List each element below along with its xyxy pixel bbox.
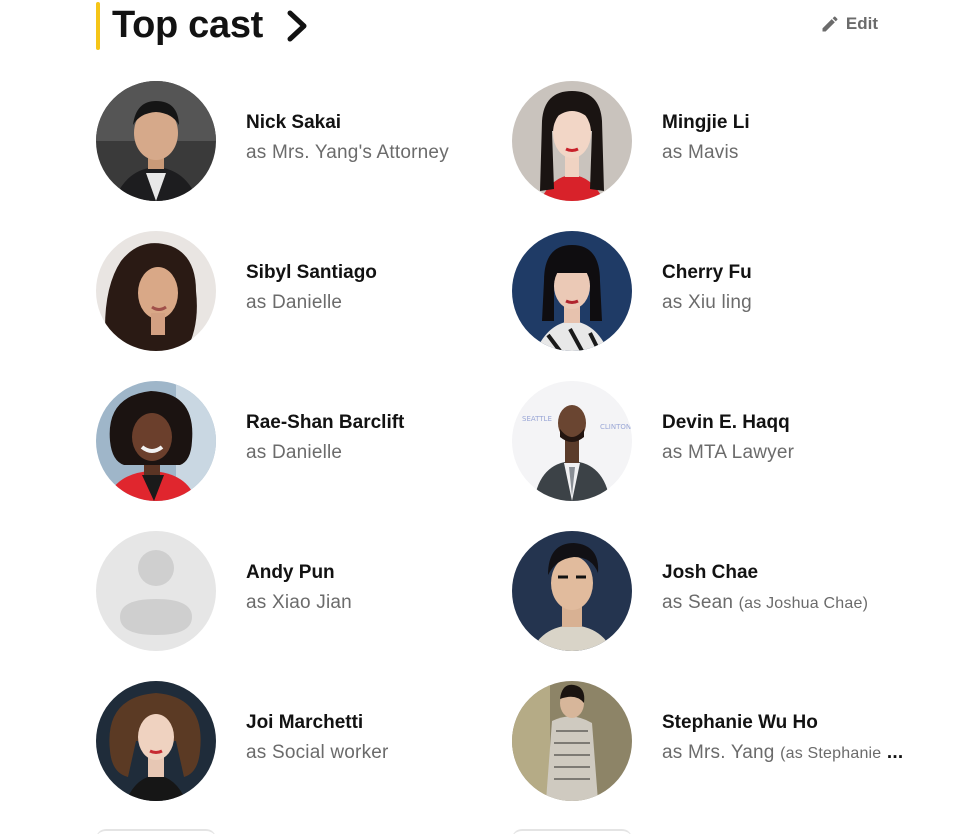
cast-grid: Nick Sakai as Mrs. Yang's Attorney Mingj… [96,81,926,831]
character-role: as Mrs. Yang (as Stephanie ... [662,737,903,770]
cast-card: Joi Marchetti as Social worker [96,681,506,801]
character-name: as Mrs. Yang's Attorney [246,142,449,163]
section-header: Top cast Edit [96,0,886,52]
cast-info: Joi Marchetti as Social worker [246,709,389,769]
actor-photo[interactable] [96,681,216,801]
header-accent-bar [96,2,100,50]
character-alias: (as Joshua Chae) [738,594,869,612]
placeholder-person-icon[interactable] [96,531,216,651]
character-role: as Mrs. Yang's Attorney [246,137,449,169]
actor-photo[interactable] [512,681,632,801]
cast-info: Devin E. Haqq as MTA Lawyer [662,409,794,469]
actor-name[interactable]: Mingjie Li [662,109,750,137]
cast-info: Cherry Fu as Xiu ling [662,259,752,319]
character-name: as MTA Lawyer [662,442,795,463]
cast-row: Joi Marchetti as Social worker Stephanie… [96,681,926,831]
actor-photo[interactable] [96,381,216,501]
cast-row: Rae-Shan Barclift as Danielle SEATTLE CL… [96,381,926,531]
svg-text:CLINTON: CLINTON [600,423,631,431]
chevron-right-icon[interactable] [282,8,312,44]
actor-photo[interactable]: SEATTLE CLINTON [512,381,632,501]
character-role: as Danielle [246,287,377,319]
edit-button[interactable]: Edit [820,14,878,34]
edit-label: Edit [845,14,878,33]
actor-name[interactable]: Nick Sakai [246,109,449,137]
cast-info: Sibyl Santiago as Danielle [246,259,377,319]
actor-name[interactable]: Rae-Shan Barclift [246,409,404,437]
actor-name[interactable]: Josh Chae [662,559,868,587]
character-role: as Mavis [662,137,750,169]
actor-photo[interactable] [96,231,216,351]
svg-text:SEATTLE: SEATTLE [522,415,552,423]
next-row-avatar-peek [96,829,216,834]
cast-info: Nick Sakai as Mrs. Yang's Attorney [246,109,449,169]
cast-card: Cherry Fu as Xiu ling [512,231,922,351]
cast-info: Josh Chae as Sean (as Joshua Chae) [662,559,868,620]
actor-name[interactable]: Andy Pun [246,559,352,587]
character-alias: (as Stephanie [780,744,882,762]
cast-row: Nick Sakai as Mrs. Yang's Attorney Mingj… [96,81,926,231]
actor-photo[interactable] [512,81,632,201]
cast-row: Sibyl Santiago as Danielle Cherry Fu as … [96,231,926,381]
cast-card: Stephanie Wu Ho as Mrs. Yang (as Stephan… [512,681,922,801]
actor-name[interactable]: Joi Marchetti [246,709,389,737]
actor-photo[interactable] [96,81,216,201]
section-title[interactable]: Top cast [112,4,263,47]
character-name: as Danielle [246,442,343,463]
actor-name[interactable]: Sibyl Santiago [246,259,377,287]
cast-card: Nick Sakai as Mrs. Yang's Attorney [96,81,506,201]
actor-name[interactable]: Cherry Fu [662,259,752,287]
character-role: as MTA Lawyer [662,437,794,469]
character-role: as Danielle [246,437,404,469]
cast-card: SEATTLE CLINTON Devin E. Haqq as MTA Law… [512,381,922,501]
next-row-avatar-peek [512,829,632,834]
cast-card: Rae-Shan Barclift as Danielle [96,381,506,501]
character-role: as Sean (as Joshua Chae) [662,587,868,620]
actor-name[interactable]: Stephanie Wu Ho [662,709,903,737]
actor-photo[interactable] [512,231,632,351]
character-role: as Xiao Jian [246,587,352,619]
cast-info: Stephanie Wu Ho as Mrs. Yang (as Stephan… [662,709,903,770]
cast-card: Mingjie Li as Mavis [512,81,922,201]
actor-name[interactable]: Devin E. Haqq [662,409,794,437]
character-name: as Xiao Jian [246,592,352,613]
character-role: as Social worker [246,737,389,769]
pencil-icon [822,16,838,32]
cast-row: Andy Pun as Xiao Jian Josh Chae as Sean … [96,531,926,681]
cast-card: Sibyl Santiago as Danielle [96,231,506,351]
character-name: as Xiu ling [662,292,752,313]
cast-info: Mingjie Li as Mavis [662,109,750,169]
actor-photo[interactable] [512,531,632,651]
cast-card: Andy Pun as Xiao Jian [96,531,506,651]
character-role: as Xiu ling [662,287,752,319]
cast-card: Josh Chae as Sean (as Joshua Chae) [512,531,922,651]
character-name: as Danielle [246,292,343,313]
character-name: as Sean [662,591,734,613]
cast-info: Rae-Shan Barclift as Danielle [246,409,404,469]
truncation-ellipsis: ... [886,741,904,763]
character-name: as Social worker [246,742,389,763]
character-name: as Mavis [662,142,739,163]
cast-info: Andy Pun as Xiao Jian [246,559,352,619]
character-name: as Mrs. Yang [662,741,775,763]
